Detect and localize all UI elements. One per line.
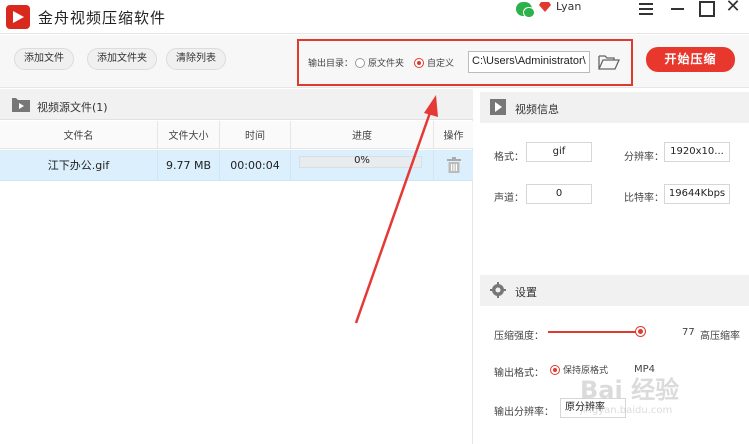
output-resolution-label: 输出分辨率： [494,407,554,418]
bitrate-value: 19644Kbps [664,184,730,204]
vip-diamond-icon[interactable] [539,1,551,13]
output-path-input[interactable]: C:\Users\Administrator\ [468,51,590,73]
watermark-url: jingyan.baidu.com [580,405,673,416]
video-file-icon [12,98,30,112]
bitrate-label: 比特率： [624,193,664,204]
baidu-watermark: Bai 经验 jingyan.baidu.com [580,370,679,416]
output-label: 输出目录： [308,59,354,69]
col-filesize: 文件大小 [158,121,220,148]
minimize-button[interactable] [668,0,688,16]
radio-checked-icon [414,57,424,68]
radio-custom-folder[interactable]: 自定义 [414,56,454,69]
gear-icon [490,282,506,298]
file-time: 00:00:04 [220,150,291,180]
app-logo-icon [6,5,30,29]
add-file-button[interactable]: 添加文件 [14,48,74,70]
maximize-button[interactable] [696,0,716,17]
output-format-label: 输出格式： [494,368,544,379]
watermark-text: Bai 经验 [580,376,680,404]
format-value: gif [526,142,592,162]
user-name[interactable]: Lyan [556,0,581,13]
annotation-arrow [354,95,438,324]
radio-original-label: 原文件夹 [368,59,405,69]
strength-slider-track[interactable] [548,331,640,333]
col-filename: 文件名 [0,121,158,148]
radio-custom-label: 自定义 [427,59,455,69]
title-bar: 金舟视频压缩软件 Lyan ✕ [0,0,749,34]
strength-value: 77 [682,327,695,338]
app-title: 金舟视频压缩软件 [38,9,167,27]
strength-slider-handle[interactable] [636,327,645,336]
start-compress-button[interactable]: 开始压缩 [646,47,735,72]
resolution-label: 分辨率： [624,152,664,163]
strength-tag: 高压缩率 [700,331,740,342]
resolution-value: 1920x10... [664,142,730,162]
video-info-title: 视频信息 [515,103,559,116]
play-square-icon [490,99,506,115]
radio-icon [355,57,365,68]
output-directory-group: 输出目录： 原文件夹 自定义 C:\Users\Administrator\ [297,39,633,86]
add-folder-button[interactable]: 添加文件夹 [87,48,157,70]
menu-icon[interactable] [636,0,656,16]
radio-checked-icon [550,364,560,375]
folder-open-icon[interactable] [598,53,620,71]
radio-original-folder[interactable]: 原文件夹 [355,56,404,69]
format-label: 格式： [494,152,524,163]
channel-label: 声道： [494,193,524,204]
strength-label: 压缩强度： [494,331,544,342]
settings-title: 设置 [515,286,537,299]
file-size: 9.77 MB [158,150,220,180]
clear-list-button[interactable]: 清除列表 [166,48,226,70]
close-button[interactable]: ✕ [723,0,743,16]
video-info-header: 视频信息 [480,92,749,123]
wechat-icon[interactable] [516,2,535,18]
toolbar: 添加文件 添加文件夹 清除列表 输出目录： 原文件夹 自定义 C:\Users\… [0,35,749,88]
settings-header: 设置 [480,275,749,306]
file-panel-title: 视频源文件(1) [37,101,108,114]
col-time: 时间 [220,121,291,148]
channel-value: 0 [526,184,592,204]
file-name: 江下办公.gif [0,150,158,180]
